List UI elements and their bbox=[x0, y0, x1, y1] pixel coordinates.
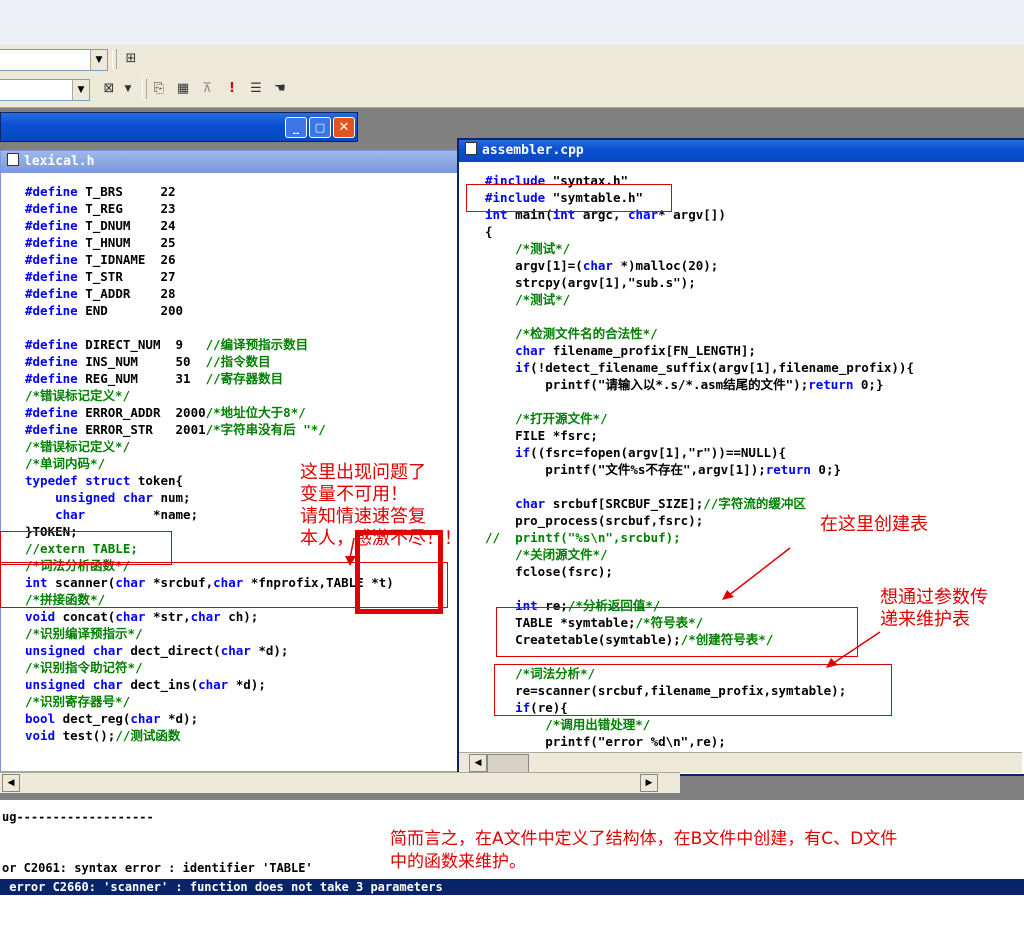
output-line: or C2061: syntax error : identifier 'TAB… bbox=[2, 861, 313, 875]
annotation-maintain: 想通过参数传 递来维护表 bbox=[880, 587, 988, 630]
arrowhead-icon bbox=[345, 556, 356, 566]
output-selected-line[interactable]: error C2660: 'scanner' : function does n… bbox=[0, 879, 1024, 895]
annotation-create-table: 在这里创建表 bbox=[820, 514, 928, 535]
annotation-arrows bbox=[345, 537, 881, 668]
output-pane[interactable]: ug------------------- or C2061: syntax e… bbox=[0, 800, 1024, 933]
annotation-problem: 这里出现问题了 变量不可用！ 请知情速速答复 本人，感激不尽！！ bbox=[300, 462, 462, 549]
arrow-create bbox=[727, 547, 791, 597]
arrowhead-icon bbox=[722, 590, 734, 600]
arrow-maintain bbox=[831, 631, 881, 665]
annotation-summary: 简而言之，在A文件中定义了结构体，在B文件中创建，有C、D文件 中的函数来维护。 bbox=[390, 829, 898, 872]
output-line: ug------------------- bbox=[2, 810, 154, 824]
arrowhead-icon bbox=[826, 658, 838, 668]
